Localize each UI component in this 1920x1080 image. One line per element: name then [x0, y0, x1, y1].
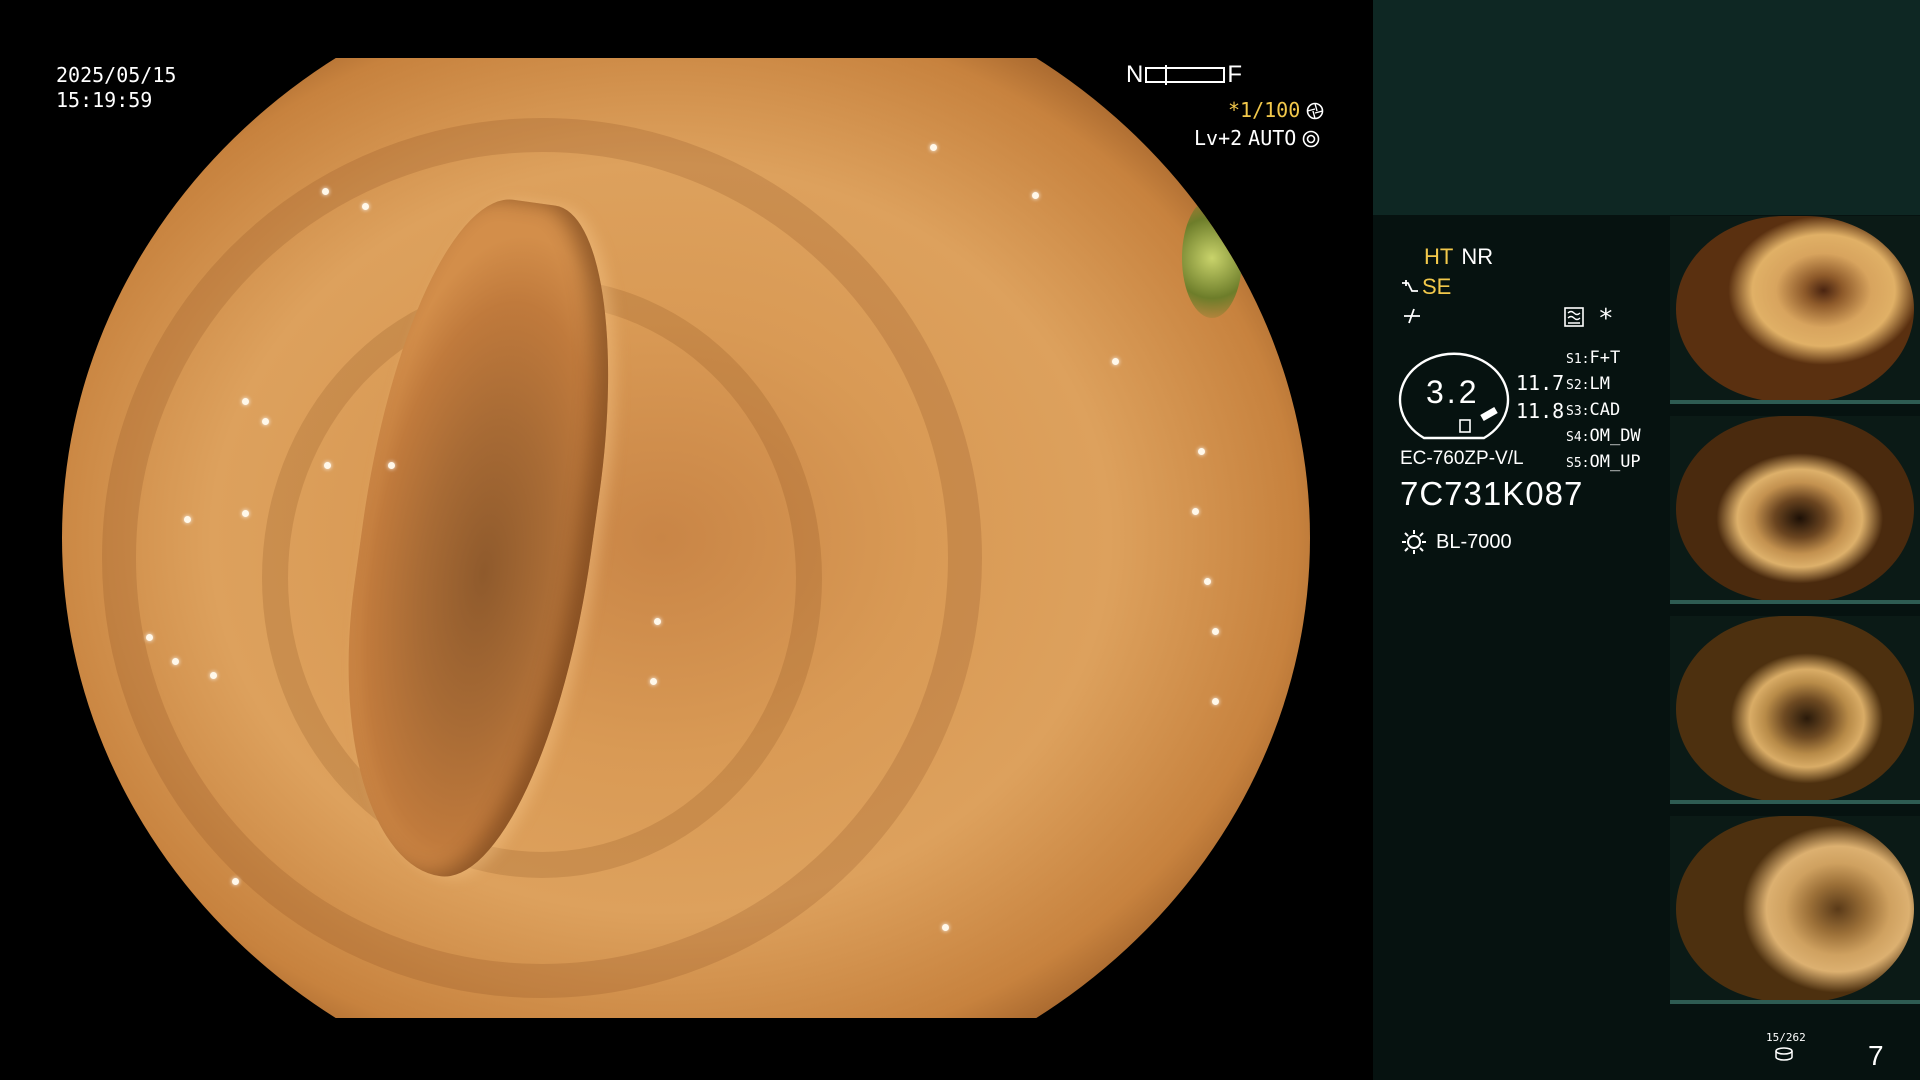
iris-level: Lv+2: [1194, 126, 1243, 150]
light-reflection: [232, 878, 239, 885]
edge-glare: [1182, 198, 1242, 318]
light-reflection: [1032, 192, 1039, 199]
exam-date: 2025/05/15: [56, 63, 177, 87]
light-reflection: [262, 418, 269, 425]
filter-icon: [1402, 306, 1422, 326]
light-reflection: [210, 672, 217, 679]
shutter-value: *1/100: [1228, 98, 1301, 122]
light-reflection: [650, 678, 657, 685]
scope-model: EC-760ZP-V/L: [1400, 448, 1524, 469]
scope-switch-item: S4:OM_DW: [1566, 426, 1641, 446]
captured-thumbnail[interactable]: [1670, 816, 1920, 1004]
star-indicator: *: [1598, 304, 1614, 334]
info-sidebar-header: [1373, 0, 1920, 215]
captured-thumbnail[interactable]: [1670, 616, 1920, 804]
light-reflection: [930, 144, 937, 151]
zoom-side-top: 11.7: [1516, 371, 1565, 395]
captured-thumbnail[interactable]: [1670, 416, 1920, 604]
focus-far-label: F: [1227, 61, 1243, 88]
ht-label: HT: [1424, 244, 1454, 269]
light-reflection: [172, 658, 179, 665]
enhance-icon: [1400, 277, 1420, 297]
light-reflection: [388, 462, 395, 469]
endoscope-live-view: [62, 58, 1310, 1018]
light-reflection: [1212, 698, 1219, 705]
light-reflection: [654, 618, 661, 625]
light-reflection: [242, 510, 249, 517]
structure-enhancement: SE: [1400, 274, 1451, 300]
focus-indicator: N F: [1126, 61, 1243, 88]
sun-icon: [1400, 528, 1428, 556]
iris-mode: AUTO: [1248, 126, 1297, 150]
scope-switch-item: S2:LM: [1566, 374, 1610, 394]
scope-switch-list: S1:F+T S2:LM S3:CAD S4:OM_DW S5:OM_UP: [1566, 346, 1641, 476]
light-source-model: BL-7000: [1436, 530, 1512, 553]
disk-icon: [1774, 1046, 1794, 1062]
light-reflection: [1112, 358, 1119, 365]
se-label: SE: [1422, 274, 1452, 299]
capture-counter: 15/262: [1766, 1031, 1806, 1044]
light-reflection: [1192, 508, 1199, 515]
light-reflection: [942, 924, 949, 931]
light-source: BL-7000: [1400, 528, 1512, 556]
nr-label: NR: [1461, 244, 1494, 269]
light-reflection: [184, 516, 191, 523]
captured-thumbnail[interactable]: [1670, 216, 1920, 404]
light-reflection: [1212, 628, 1219, 635]
focus-scale: [1145, 65, 1226, 85]
light-reflection: [1204, 578, 1211, 585]
scope-switch-item: S3:CAD: [1566, 400, 1621, 420]
light-reflection: [322, 188, 329, 195]
light-reflection: [362, 203, 369, 210]
focus-near-label: N: [1126, 61, 1144, 88]
light-reflection: [242, 398, 249, 405]
iris-icon: [1302, 129, 1320, 148]
light-reflection: [324, 462, 331, 469]
exam-time: 15:19:59: [56, 88, 153, 112]
processing-modes: HT NR: [1424, 244, 1493, 270]
zoom-value: 3.2: [1426, 374, 1480, 410]
image-count: 7: [1868, 1040, 1884, 1071]
aperture-icon: [1306, 101, 1324, 120]
scope-serial: 7C731K087: [1400, 475, 1584, 512]
focus-marker: [1165, 65, 1168, 85]
light-reflection: [146, 634, 153, 641]
wave-icon: [1564, 307, 1586, 327]
iris-setting: Lv+2 AUTO: [1194, 126, 1320, 150]
zoom-side-bottom: 11.8: [1516, 399, 1565, 423]
scope-switch-item: S1:F+T: [1566, 348, 1621, 368]
shutter-speed: *1/100: [1228, 98, 1324, 122]
light-reflection: [1198, 448, 1205, 455]
scope-switch-item: S5:OM_UP: [1566, 452, 1641, 472]
